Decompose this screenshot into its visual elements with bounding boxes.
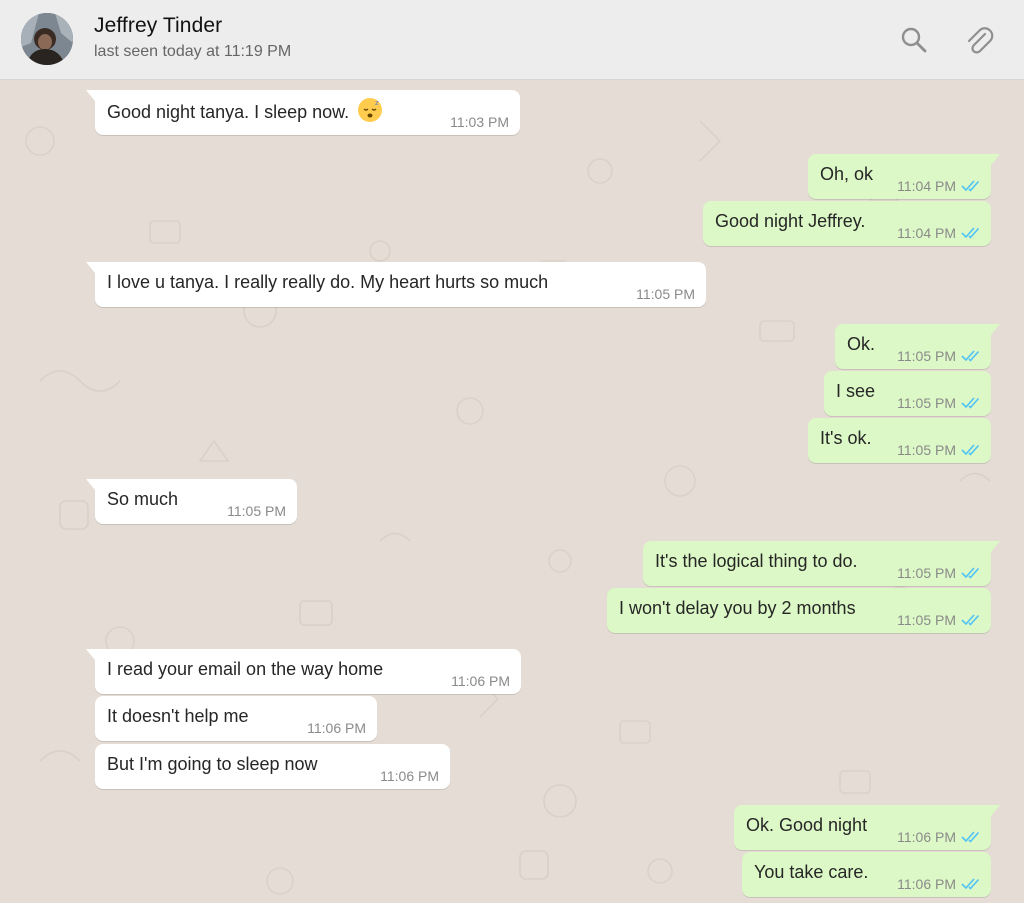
message-outgoing[interactable]: You take care. 11:06 PM bbox=[742, 852, 991, 897]
message-incoming[interactable]: I love u tanya. I really really do. My h… bbox=[86, 262, 706, 307]
message-incoming[interactable]: It doesn't help me 11:06 PM bbox=[95, 696, 377, 741]
read-receipt-icon bbox=[961, 831, 980, 843]
message-incoming[interactable]: I read your email on the way home 11:06 … bbox=[86, 649, 521, 694]
last-seen-status: last seen today at 11:19 PM bbox=[94, 43, 292, 60]
message-time: 11:05 PM bbox=[897, 395, 956, 411]
message-outgoing[interactable]: I won't delay you by 2 months 11:05 PM bbox=[607, 588, 991, 633]
message-text: It's ok. bbox=[820, 428, 872, 448]
message-text: Ok. Good night bbox=[746, 815, 868, 835]
search-icon[interactable] bbox=[898, 24, 930, 56]
message-text: I see bbox=[836, 381, 876, 401]
message-outgoing[interactable]: Ok. Good night 11:06 PM bbox=[734, 805, 1000, 850]
message-text: I love u tanya. I really really do. My h… bbox=[107, 272, 549, 292]
read-receipt-icon bbox=[961, 350, 980, 362]
read-receipt-icon bbox=[961, 444, 980, 456]
message-time: 11:05 PM bbox=[897, 565, 956, 581]
read-receipt-icon bbox=[961, 227, 980, 239]
message-outgoing[interactable]: It's ok. 11:05 PM bbox=[808, 418, 991, 463]
paperclip-icon[interactable] bbox=[964, 24, 996, 56]
message-incoming[interactable]: Good night tanya. I sleep now. z 11:03 PM bbox=[86, 90, 520, 135]
message-time: 11:05 PM bbox=[636, 286, 695, 302]
message-time: 11:05 PM bbox=[227, 503, 286, 519]
chat-panel[interactable]: Good night tanya. I sleep now. z 11:03 PM… bbox=[0, 81, 1024, 903]
message-outgoing[interactable]: I see 11:05 PM bbox=[824, 371, 991, 416]
message-outgoing[interactable]: It's the logical thing to do. 11:05 PM bbox=[643, 541, 1000, 586]
message-outgoing[interactable]: Oh, ok 11:04 PM bbox=[808, 154, 1000, 199]
message-time: 11:05 PM bbox=[897, 348, 956, 364]
read-receipt-icon bbox=[961, 180, 980, 192]
message-incoming[interactable]: So much 11:05 PM bbox=[86, 479, 297, 524]
message-text: It's the logical thing to do. bbox=[655, 551, 858, 571]
message-time: 11:05 PM bbox=[897, 442, 956, 458]
avatar-photo bbox=[21, 13, 73, 65]
message-time: 11:06 PM bbox=[897, 829, 956, 845]
message-text: Good night tanya. I sleep now. z bbox=[107, 97, 383, 126]
read-receipt-icon bbox=[961, 397, 980, 409]
svg-text:z: z bbox=[375, 99, 379, 107]
message-text: I read your email on the way home bbox=[107, 659, 384, 679]
contact-avatar[interactable] bbox=[21, 13, 73, 65]
message-outgoing[interactable]: Good night Jeffrey. 11:04 PM bbox=[703, 201, 991, 246]
message-text: Good night Jeffrey. bbox=[715, 211, 866, 231]
message-time: 11:06 PM bbox=[307, 720, 366, 736]
message-time: 11:06 PM bbox=[897, 876, 956, 892]
message-text: So much bbox=[107, 489, 179, 509]
sleeping-face-emoji: z bbox=[357, 97, 383, 123]
message-time: 11:06 PM bbox=[451, 673, 510, 689]
message-time: 11:04 PM bbox=[897, 178, 956, 194]
message-text: I won't delay you by 2 months bbox=[619, 598, 856, 618]
contact-name[interactable]: Jeffrey Tinder bbox=[94, 14, 222, 38]
message-text: But I'm going to sleep now bbox=[107, 754, 318, 774]
message-time: 11:05 PM bbox=[897, 612, 956, 628]
chat-header: Jeffrey Tinder last seen today at 11:19 … bbox=[0, 0, 1024, 80]
message-text: It doesn't help me bbox=[107, 706, 249, 726]
read-receipt-icon bbox=[961, 567, 980, 579]
message-time: 11:06 PM bbox=[380, 768, 439, 784]
message-incoming[interactable]: But I'm going to sleep now 11:06 PM bbox=[95, 744, 450, 789]
read-receipt-icon bbox=[961, 878, 980, 890]
message-text: Oh, ok bbox=[820, 164, 874, 184]
message-time: 11:04 PM bbox=[897, 225, 956, 241]
message-outgoing[interactable]: Ok. 11:05 PM bbox=[835, 324, 1000, 369]
message-text: You take care. bbox=[754, 862, 869, 882]
message-time: 11:03 PM bbox=[450, 114, 509, 130]
read-receipt-icon bbox=[961, 614, 980, 626]
message-text: Ok. bbox=[847, 334, 876, 354]
